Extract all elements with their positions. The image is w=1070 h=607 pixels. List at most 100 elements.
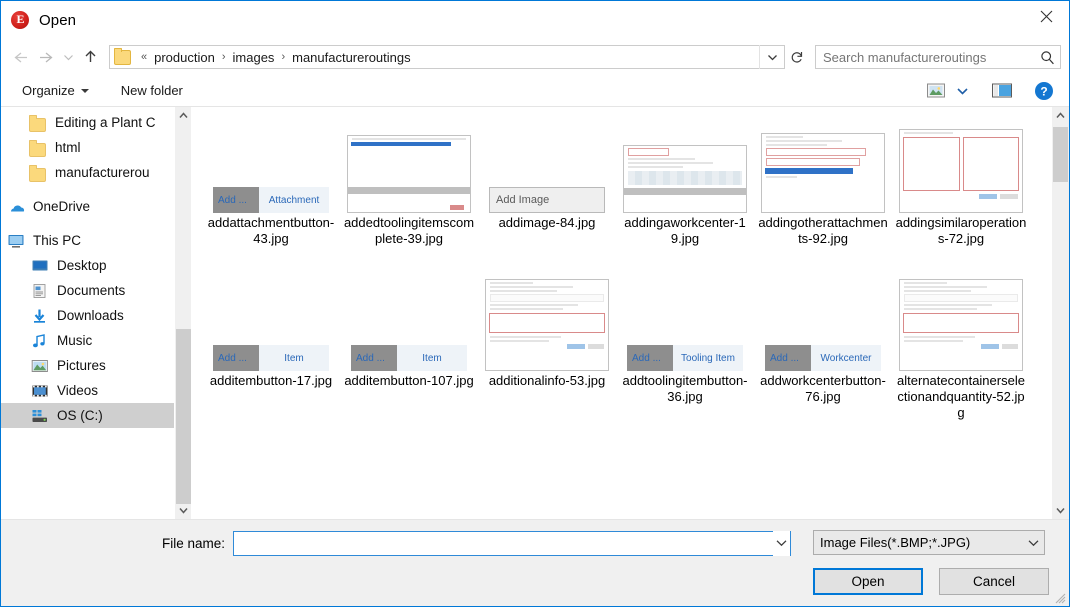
scroll-up-button[interactable] xyxy=(175,107,191,124)
file-name-label: addimage-84.jpg xyxy=(498,215,596,230)
file-tile[interactable]: Add Image addimage-84.jpg xyxy=(478,117,616,275)
folder-icon xyxy=(114,47,131,65)
file-tile[interactable]: Add ... Item additembutton-17.jpg xyxy=(202,275,340,433)
sidebar-item-label: Pictures xyxy=(57,358,106,373)
chevron-up-icon xyxy=(178,112,188,118)
view-options-dropdown[interactable] xyxy=(951,78,973,104)
search-input[interactable] xyxy=(816,48,1034,66)
filetype-dropdown[interactable]: Image Files(*.BMP;*.JPG) xyxy=(813,530,1045,555)
navigation-pane: Editing a Plant C html manufacturerou OneDr… xyxy=(1,107,192,519)
title-bar: E Open xyxy=(1,1,1069,39)
navigation-list: Editing a Plant C html manufacturerou OneDr… xyxy=(1,107,177,428)
navigation-scrollbar-thumb[interactable] xyxy=(176,329,191,504)
close-button[interactable] xyxy=(1023,1,1069,31)
breadcrumb-separator[interactable]: › xyxy=(276,51,290,63)
filename-dropdown-button[interactable] xyxy=(773,530,790,556)
file-tile[interactable]: addedtoolingitemscomplete-39.jpg xyxy=(340,117,478,275)
sidebar-item-label: html xyxy=(55,140,81,155)
thumbnail-button: Add ... Workcenter xyxy=(765,345,881,371)
file-tile[interactable]: addingaworkcenter-19.jpg xyxy=(616,117,754,275)
window-title: Open xyxy=(39,11,77,29)
breadcrumb-item-production[interactable]: production xyxy=(152,50,217,65)
view-thumbnails-icon xyxy=(927,83,945,98)
preview-pane-button[interactable] xyxy=(987,78,1017,104)
sidebar-item-label: OS (C:) xyxy=(57,408,103,423)
folder-icon xyxy=(29,115,47,132)
chevron-down-icon xyxy=(80,88,89,93)
sidebar-item-manufacturerou[interactable]: manufacturerou xyxy=(1,160,177,185)
sidebar-item-this-pc[interactable]: This PC xyxy=(1,228,177,253)
music-icon xyxy=(31,333,49,349)
sidebar-item-os-c[interactable]: OS (C:) xyxy=(1,403,177,428)
file-name-label: alternatecontainerselectionandquantity-5… xyxy=(897,373,1025,420)
file-tile[interactable]: addingsimilaroperations-72.jpg xyxy=(892,117,1030,275)
cancel-button[interactable]: Cancel xyxy=(939,568,1049,595)
file-tile[interactable]: Add ... Workcenter addworkcenterbutton-76.… xyxy=(754,275,892,433)
sidebar-item-html[interactable]: html xyxy=(1,135,177,160)
sidebar-item-label: manufacturerou xyxy=(55,165,150,180)
file-list-pane[interactable]: Add ... Attachment addattachmentbutton-43.… xyxy=(192,107,1069,519)
thumbnail-window xyxy=(347,135,471,213)
sidebar-item-label: OneDrive xyxy=(33,199,91,214)
help-button[interactable]: ? xyxy=(1029,78,1059,104)
breadcrumb-item-manufactureroutings[interactable]: manufactureroutings xyxy=(290,50,413,65)
sidebar-item-videos[interactable]: Videos xyxy=(1,378,177,403)
sidebar-item-onedrive[interactable]: OneDrive xyxy=(1,194,177,219)
file-tile[interactable]: alternatecontainerselectionandquantity-5… xyxy=(892,275,1030,433)
recent-locations-button[interactable] xyxy=(59,44,77,70)
organize-button[interactable]: Organize xyxy=(15,80,96,101)
file-tile[interactable]: additionalinfo-53.jpg xyxy=(478,275,616,433)
videos-icon xyxy=(31,383,49,399)
search-icon[interactable] xyxy=(1034,50,1060,65)
thumbnail-window xyxy=(761,133,885,213)
scroll-down-button[interactable] xyxy=(175,502,191,519)
scroll-up-button[interactable] xyxy=(1052,107,1069,124)
sidebar-item-music[interactable]: Music xyxy=(1,328,177,353)
thumbnail-window xyxy=(899,279,1023,371)
open-button[interactable]: Open xyxy=(813,568,923,595)
up-button[interactable] xyxy=(77,44,103,70)
file-tile[interactable]: Add ... Item additembutton-107.jpg xyxy=(340,275,478,433)
sidebar-item-pictures[interactable]: Pictures xyxy=(1,353,177,378)
chevron-down-icon[interactable] xyxy=(1022,539,1044,547)
file-thumbnail xyxy=(756,117,890,213)
file-name-label: addingotherattachments-92.jpg xyxy=(758,215,888,246)
file-list-scrollbar-thumb[interactable] xyxy=(1053,127,1068,182)
folder-icon xyxy=(29,140,47,157)
back-button[interactable] xyxy=(7,44,33,70)
breadcrumb[interactable]: « production › images › manufacturerouti… xyxy=(109,45,785,69)
file-name-label: additembutton-17.jpg xyxy=(209,373,333,388)
folder-icon xyxy=(29,165,47,182)
breadcrumb-overflow[interactable]: « xyxy=(136,51,152,63)
file-tile[interactable]: addingotherattachments-92.jpg xyxy=(754,117,892,275)
file-thumbnail: Add Image xyxy=(480,117,614,213)
sidebar-item-downloads[interactable]: Downloads xyxy=(1,303,177,328)
forward-button[interactable] xyxy=(33,44,59,70)
dialog-body: Editing a Plant C html manufacturerou OneDr… xyxy=(1,107,1069,520)
onedrive-icon xyxy=(7,199,25,215)
sidebar-item-desktop[interactable]: Desktop xyxy=(1,253,177,278)
sidebar-item-documents[interactable]: Documents xyxy=(1,278,177,303)
scroll-down-button[interactable] xyxy=(1052,502,1069,519)
file-tile[interactable]: Add ... Tooling Item addtoolingitembutton-… xyxy=(616,275,754,433)
view-thumbnails-button[interactable] xyxy=(921,78,951,104)
address-dropdown-button[interactable] xyxy=(759,45,784,69)
file-list-scrollbar[interactable] xyxy=(1052,107,1069,519)
sidebar-item-label: Desktop xyxy=(57,258,107,273)
refresh-button[interactable] xyxy=(785,45,809,69)
sidebar-item-editing-a-plant-c[interactable]: Editing a Plant C xyxy=(1,110,177,135)
breadcrumb-item-images[interactable]: images xyxy=(231,50,277,65)
thumbnail-button: Add ... Item xyxy=(351,345,467,371)
new-folder-button[interactable]: New folder xyxy=(114,80,190,101)
file-tile[interactable]: Add ... Attachment addattachmentbutton-43.… xyxy=(202,117,340,275)
breadcrumb-separator[interactable]: › xyxy=(217,51,231,63)
file-thumbnail: Add ... Item xyxy=(204,275,338,371)
resize-grip[interactable] xyxy=(1054,592,1066,604)
file-thumbnail: Add ... Tooling Item xyxy=(618,275,752,371)
file-name-label: addingaworkcenter-19.jpg xyxy=(624,215,746,246)
navigation-scrollbar[interactable] xyxy=(174,107,191,519)
filename-input[interactable] xyxy=(233,530,791,556)
search-box[interactable] xyxy=(815,45,1061,69)
thumbnail-button: Add ... Tooling Item xyxy=(627,345,743,371)
file-name-label: addworkcenterbutton-76.jpg xyxy=(760,373,886,404)
